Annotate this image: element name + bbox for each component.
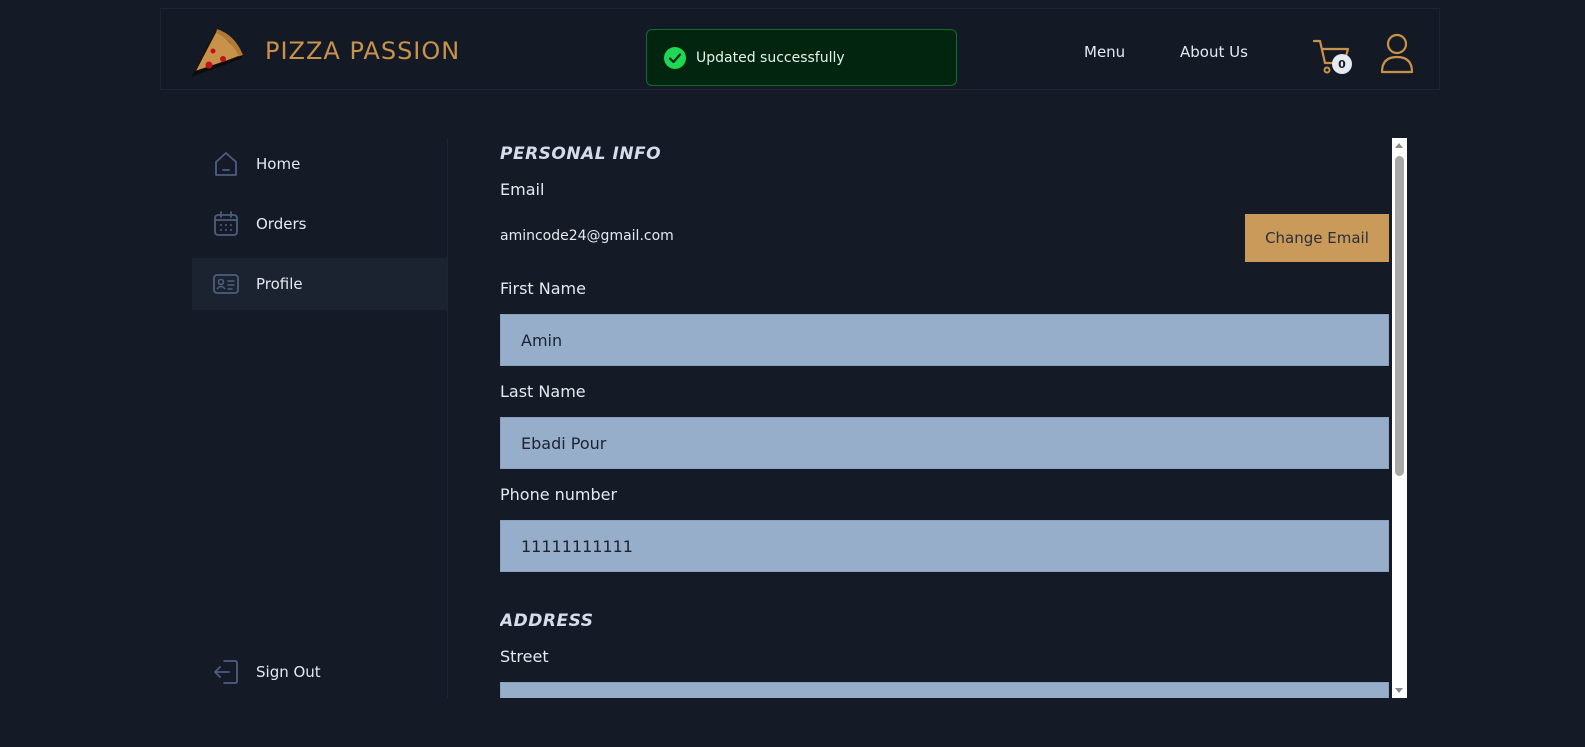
brand-name[interactable]: PIZZA PASSION	[265, 37, 460, 65]
last-name-field[interactable]	[500, 417, 1389, 469]
id-card-icon	[213, 274, 239, 294]
email-value: amincode24@gmail.com	[500, 228, 674, 244]
last-name-label: Last Name	[500, 382, 586, 401]
user-icon[interactable]	[1379, 33, 1415, 75]
sign-out-button[interactable]: Sign Out	[192, 646, 447, 698]
cart-count-badge: 0	[1332, 54, 1352, 74]
scroll-thumb[interactable]	[1395, 156, 1404, 476]
home-icon	[215, 152, 237, 176]
sidebar-item-profile[interactable]: Profile	[192, 258, 447, 310]
email-label: Email	[500, 180, 545, 199]
first-name-field[interactable]	[500, 314, 1389, 366]
success-toast: Updated successfully	[646, 29, 957, 86]
sidebar: Home Orders Profile Sign Out	[192, 138, 448, 698]
toast-message: Updated successfully	[696, 49, 845, 66]
phone-field[interactable]	[500, 520, 1389, 572]
check-circle-icon	[664, 46, 686, 69]
sidebar-item-orders[interactable]: Orders	[192, 198, 447, 250]
sidebar-item-label: Home	[256, 155, 301, 173]
scroll-down-arrow-icon[interactable]	[1395, 688, 1403, 693]
sidebar-item-label: Profile	[256, 275, 303, 293]
pizza-logo-icon[interactable]	[189, 25, 245, 79]
sign-out-icon	[214, 660, 238, 684]
calendar-icon	[214, 211, 238, 236]
address-title: ADDRESS	[500, 611, 594, 631]
change-email-button[interactable]: Change Email	[1245, 214, 1389, 262]
sign-out-label: Sign Out	[256, 663, 321, 681]
street-field[interactable]	[500, 682, 1389, 698]
nav-about-link[interactable]: About Us	[1180, 43, 1248, 61]
top-header: PIZZA PASSION Updated successfully Menu …	[160, 8, 1440, 90]
scroll-up-arrow-icon[interactable]	[1395, 143, 1403, 148]
content-scrollbar[interactable]	[1392, 138, 1407, 698]
street-label: Street	[500, 647, 549, 666]
nav-menu-link[interactable]: Menu	[1084, 43, 1125, 61]
personal-info-title: PERSONAL INFO	[500, 144, 662, 164]
profile-form: PERSONAL INFO Email amincode24@gmail.com…	[500, 138, 1407, 698]
phone-label: Phone number	[500, 485, 618, 504]
sidebar-item-home[interactable]: Home	[192, 138, 447, 190]
first-name-label: First Name	[500, 279, 586, 298]
sidebar-item-label: Orders	[256, 215, 307, 233]
